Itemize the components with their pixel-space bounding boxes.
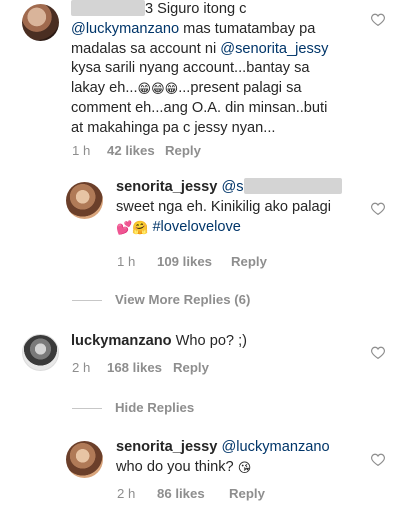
like-heart-icon[interactable] — [371, 13, 385, 26]
comment-text: senorita_jessy @s sweet nga eh. Kinikili… — [116, 178, 376, 237]
username-link[interactable]: luckymanzano — [71, 333, 172, 349]
avatar[interactable] — [66, 441, 103, 478]
avatar[interactable] — [22, 334, 59, 371]
timestamp: 2 h — [72, 360, 91, 375]
comment-meta: 1 h 109 likes Reply — [117, 254, 267, 269]
hashtag-link[interactable]: #lovelovelove — [152, 219, 240, 235]
mention-link[interactable]: @luckymanzano — [71, 21, 179, 37]
comment-text: senorita_jessy @luckymanzano who do you … — [116, 439, 330, 475]
mention-link[interactable]: @senorita_jessy — [220, 41, 328, 57]
thread-divider — [72, 408, 102, 409]
hearts-hug-emoji: 💕🤗 — [116, 219, 149, 235]
likes-count[interactable]: 42 likes — [107, 143, 165, 158]
comment-meta: 1 h 42 likes Reply — [72, 143, 201, 158]
like-heart-icon[interactable] — [371, 346, 385, 359]
timestamp: 2 h — [117, 486, 136, 501]
redacted-username — [243, 178, 342, 194]
likes-count[interactable]: 109 likes — [157, 254, 231, 269]
mention-link[interactable]: @s — [221, 179, 243, 195]
comment-meta: 2 h 168 likes Reply — [72, 360, 209, 375]
reply-button[interactable]: Reply — [229, 486, 265, 501]
hide-replies-button[interactable]: Hide Replies — [115, 400, 194, 415]
likes-count[interactable]: 168 likes — [107, 360, 173, 375]
likes-count[interactable]: 86 likes — [157, 486, 229, 501]
thread-divider — [72, 300, 102, 301]
like-heart-icon[interactable] — [371, 453, 385, 466]
redacted-username — [71, 0, 145, 16]
mention-link[interactable]: @luckymanzano — [221, 439, 329, 455]
comment-meta: 2 h 86 likes Reply — [117, 486, 265, 501]
username-link[interactable]: senorita_jessy — [116, 439, 217, 455]
view-more-replies-button[interactable]: View More Replies (6) — [115, 292, 250, 307]
avatar[interactable] — [66, 182, 103, 219]
reply-button[interactable]: Reply — [165, 143, 201, 158]
like-heart-icon[interactable] — [371, 202, 385, 215]
reply-button[interactable]: Reply — [173, 360, 209, 375]
grin-emoji: 😁😁😁 — [137, 81, 179, 97]
reply-button[interactable]: Reply — [231, 254, 267, 269]
comment-text: 3 Siguro itong c @luckymanzano mas tumat… — [71, 0, 329, 136]
comment-text: luckymanzano Who po? ;) — [71, 333, 248, 349]
timestamp: 1 h — [72, 143, 91, 158]
avatar[interactable] — [22, 4, 59, 41]
username-link[interactable]: senorita_jessy — [116, 179, 217, 195]
timestamp: 1 h — [117, 254, 136, 269]
kiss-emoji: 😘 — [237, 459, 252, 475]
